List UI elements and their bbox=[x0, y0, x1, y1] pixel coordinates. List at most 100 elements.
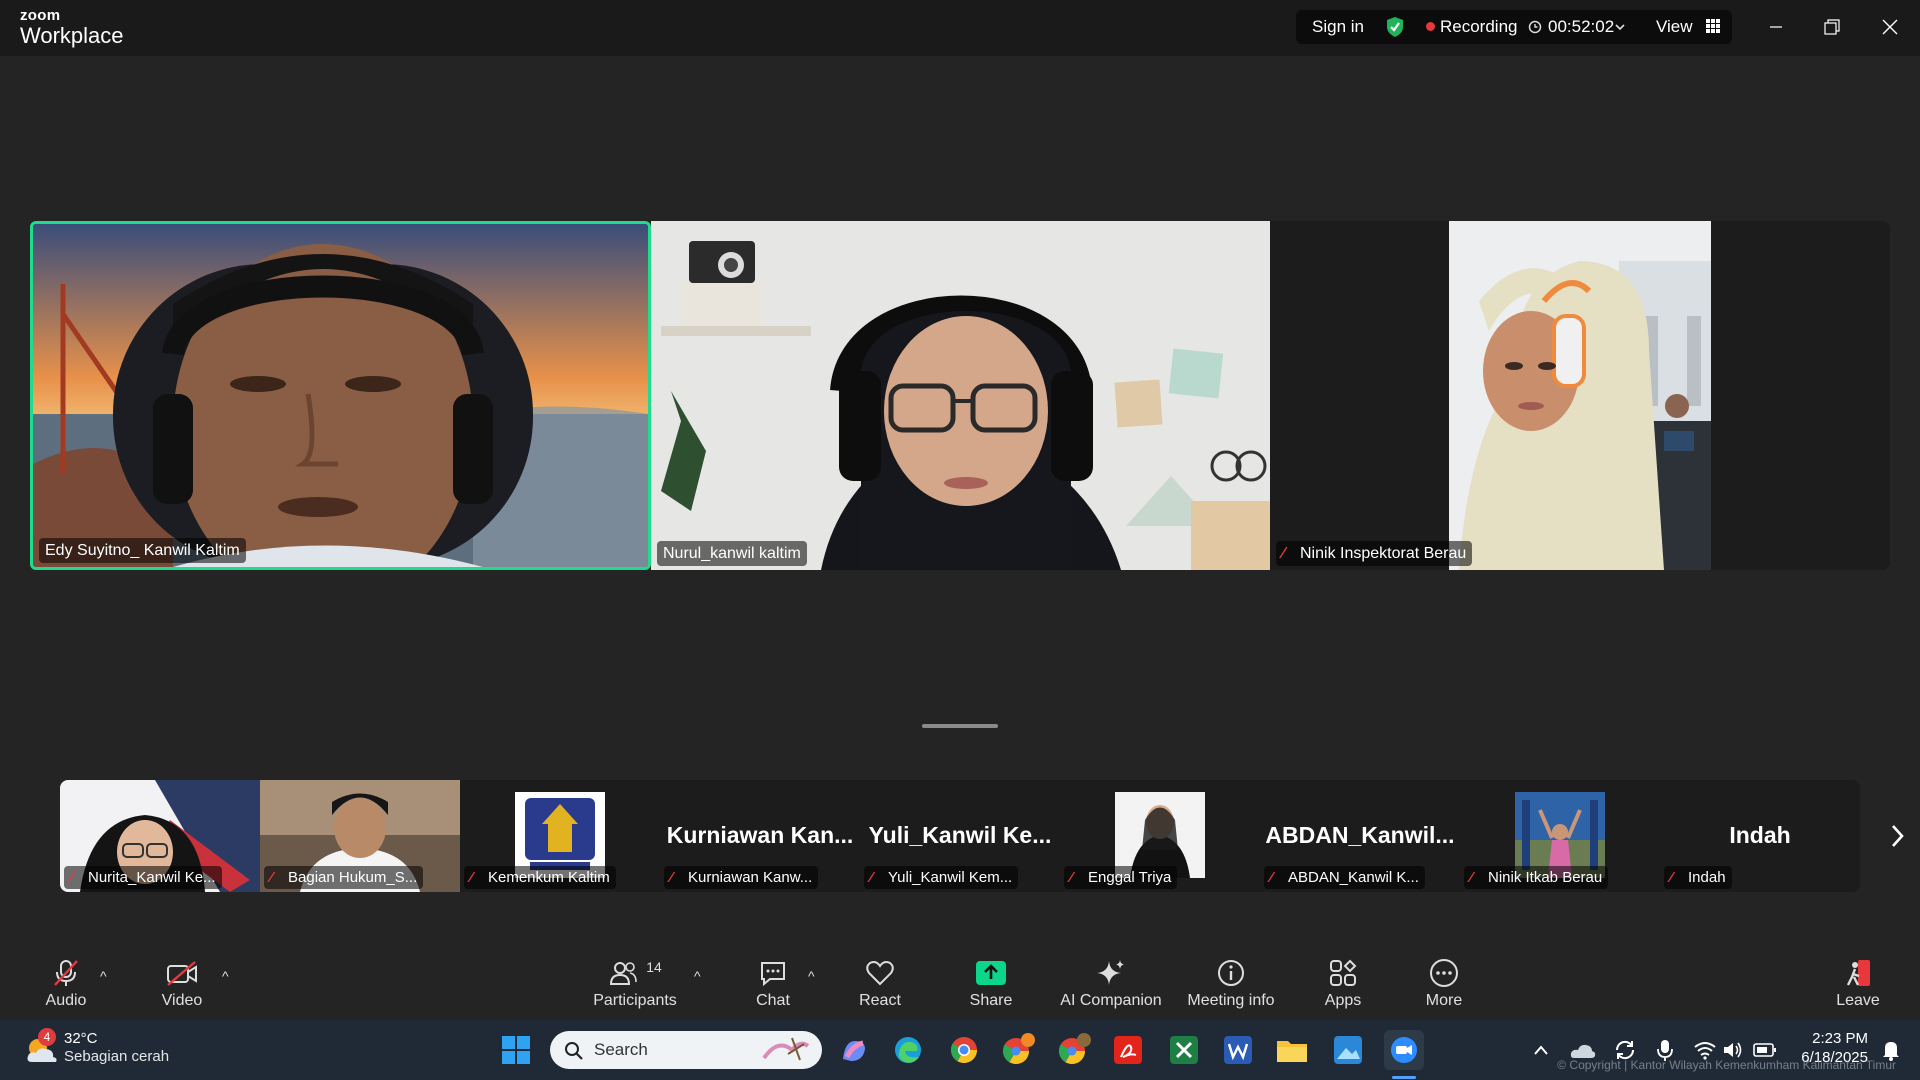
video-tile-speaker-2[interactable]: Nurul_kanwil kaltim bbox=[651, 221, 1270, 570]
windows-logo-icon bbox=[502, 1036, 530, 1064]
participant-name-tag: ⁄ Ninik Itkab Berau bbox=[1464, 866, 1609, 889]
participant-name-tag: Nurul_kanwil kaltim bbox=[657, 541, 807, 566]
weather-widget[interactable]: 32°C Sebagian cerah bbox=[64, 1030, 169, 1066]
chevron-right-icon bbox=[1892, 825, 1904, 847]
thumbnail-tile[interactable]: ABDAN_Kanwil... ⁄ ABDAN_Kanwil K... bbox=[1260, 780, 1460, 892]
gallery-resize-handle[interactable] bbox=[922, 724, 998, 728]
chrome-profile-2-taskbar-icon[interactable] bbox=[1054, 1030, 1094, 1070]
recording-indicator[interactable]: Recording bbox=[1426, 10, 1518, 44]
video-options-caret-icon[interactable]: ^ bbox=[222, 968, 229, 984]
excel-taskbar-icon[interactable] bbox=[1164, 1030, 1204, 1070]
photos-taskbar-icon[interactable] bbox=[1328, 1030, 1368, 1070]
heart-icon bbox=[866, 961, 894, 986]
participants-icon bbox=[610, 962, 638, 985]
participant-video bbox=[33, 224, 648, 567]
video-tile-speaker-1[interactable]: Edy Suyitno_ Kanwil Kaltim bbox=[30, 221, 651, 570]
participants-button[interactable]: 14 Participants bbox=[590, 950, 680, 1020]
ai-companion-button[interactable]: AI Companion bbox=[1060, 950, 1162, 1020]
audio-button[interactable]: Audio bbox=[40, 950, 92, 1020]
more-label: More bbox=[1425, 992, 1463, 1009]
edge-taskbar-icon[interactable] bbox=[888, 1030, 928, 1070]
meeting-info-button[interactable]: Meeting info bbox=[1184, 950, 1278, 1020]
thumbnail-tile[interactable]: ⁄ Nurita_Kanwil Ke... bbox=[60, 780, 260, 892]
taskbar-search-box[interactable]: Search bbox=[550, 1031, 822, 1069]
leave-button[interactable]: Leave bbox=[1834, 950, 1882, 1020]
audio-label: Audio bbox=[45, 992, 87, 1009]
participant-video bbox=[1449, 221, 1711, 570]
sign-in-button[interactable]: Sign in bbox=[1312, 10, 1364, 44]
react-button[interactable]: React bbox=[856, 950, 904, 1020]
participant-name: Yuli_Kanwil Kem... bbox=[888, 869, 1013, 886]
mic-muted-icon: ⁄ bbox=[1670, 869, 1673, 886]
more-dots-icon bbox=[1430, 959, 1458, 987]
meeting-info-label: Meeting info bbox=[1187, 992, 1275, 1009]
chat-button[interactable]: Chat bbox=[752, 950, 794, 1020]
thumbnail-tile[interactable]: Kurniawan Kan... ⁄ Kurniawan Kanw... bbox=[660, 780, 860, 892]
mic-muted-icon: ⁄ bbox=[1270, 869, 1273, 886]
participant-name: Indah bbox=[1688, 869, 1726, 886]
thumbnail-tile[interactable]: ⁄ Enggal Triya bbox=[1060, 780, 1260, 892]
participants-count: 14 bbox=[646, 959, 662, 975]
mic-muted-icon: ⁄ bbox=[1282, 545, 1285, 562]
thumbnail-tile[interactable]: ⁄ Ninik Itkab Berau bbox=[1460, 780, 1660, 892]
chrome-profile-taskbar-icon[interactable] bbox=[998, 1030, 1038, 1070]
mic-muted-icon: ⁄ bbox=[470, 869, 473, 886]
chrome-taskbar-icon[interactable] bbox=[944, 1030, 984, 1070]
participant-name-tag: ⁄ Kurniawan Kanw... bbox=[664, 866, 819, 889]
video-tile-speaker-3[interactable]: ⁄ Ninik Inspektorat Berau bbox=[1270, 221, 1890, 570]
zoom-window: zoom Workplace Sign in Recording 00:52:0… bbox=[0, 0, 1920, 1080]
minimize-button[interactable] bbox=[1754, 10, 1798, 44]
thumbnail-tile[interactable]: Yuli_Kanwil Ke... ⁄ Yuli_Kanwil Kem... bbox=[860, 780, 1060, 892]
clock-time: 2:23 PM bbox=[1812, 1030, 1868, 1047]
start-button[interactable] bbox=[496, 1030, 536, 1070]
search-placeholder: Search bbox=[594, 1040, 648, 1059]
participants-caret-icon[interactable]: ^ bbox=[694, 968, 701, 984]
mic-muted-icon: ⁄ bbox=[70, 869, 73, 886]
share-button[interactable]: Share bbox=[966, 950, 1016, 1020]
acrobat-taskbar-icon[interactable] bbox=[1108, 1030, 1148, 1070]
info-icon bbox=[1218, 960, 1244, 986]
timer-chevron-down-icon[interactable] bbox=[1614, 10, 1626, 44]
participant-name-tag: ⁄ Indah bbox=[1664, 866, 1732, 889]
audio-options-caret-icon[interactable]: ^ bbox=[100, 968, 107, 984]
participant-name-tag: Edy Suyitno_ Kanwil Kaltim bbox=[39, 538, 246, 563]
participant-name: Ninik Inspektorat Berau bbox=[1300, 545, 1467, 562]
leave-label: Leave bbox=[1836, 992, 1880, 1009]
meeting-status-bar: Sign in Recording 00:52:02 View bbox=[1296, 10, 1732, 44]
grid-view-icon bbox=[1706, 19, 1721, 33]
file-explorer-taskbar-icon[interactable] bbox=[1272, 1030, 1312, 1070]
meeting-toolbar: Audio ^ Video ^ 14 Participants ^ Chat ^… bbox=[0, 950, 1920, 1020]
participant-name-tag: ⁄ Yuli_Kanwil Kem... bbox=[864, 866, 1019, 889]
thumbnail-tile[interactable]: Indah ⁄ Indah bbox=[1660, 780, 1860, 892]
thumbnail-tile[interactable]: ⁄ Kemenkum Kaltim bbox=[460, 780, 660, 892]
word-taskbar-icon[interactable] bbox=[1218, 1030, 1258, 1070]
recording-dot-icon bbox=[1426, 22, 1435, 31]
participant-thumbnail-strip: ⁄ Nurita_Kanwil Ke... ⁄ Bagian Hukum_S... … bbox=[60, 780, 1860, 892]
more-button[interactable]: More bbox=[1420, 950, 1468, 1020]
mic-muted-icon: ⁄ bbox=[870, 869, 873, 886]
thumbnail-tile[interactable]: ⁄ Bagian Hukum_S... bbox=[260, 780, 460, 892]
mic-muted-icon: ⁄ bbox=[1470, 869, 1473, 886]
close-button[interactable] bbox=[1868, 10, 1912, 44]
chat-caret-icon[interactable]: ^ bbox=[808, 968, 815, 984]
participant-display-name: Yuli_Kanwil Ke... bbox=[868, 822, 1052, 848]
zoom-logo: zoom Workplace bbox=[20, 8, 124, 47]
video-label: Video bbox=[161, 992, 203, 1009]
view-button[interactable]: View bbox=[1656, 10, 1721, 44]
next-page-button[interactable] bbox=[1882, 818, 1912, 854]
participant-display-name: Kurniawan Kan... bbox=[666, 822, 854, 848]
ai-companion-label: AI Companion bbox=[1060, 992, 1162, 1009]
zoom-taskbar-icon[interactable] bbox=[1384, 1030, 1424, 1070]
participant-name-tag: ⁄ Enggal Triya bbox=[1064, 866, 1178, 889]
participants-label: Participants bbox=[593, 992, 677, 1009]
restore-button[interactable] bbox=[1810, 10, 1854, 44]
show-hidden-icons-chevron-up-icon[interactable] bbox=[1526, 1030, 1556, 1070]
participant-name: ABDAN_Kanwil K... bbox=[1288, 869, 1419, 886]
video-button[interactable]: Video bbox=[156, 950, 208, 1020]
encryption-shield-icon[interactable] bbox=[1384, 10, 1406, 44]
copilot-taskbar-icon[interactable] bbox=[834, 1030, 874, 1070]
weather-icon[interactable]: 4 bbox=[22, 1028, 62, 1070]
participant-name: Bagian Hukum_S... bbox=[288, 869, 418, 886]
share-screen-icon bbox=[976, 961, 1006, 985]
apps-button[interactable]: Apps bbox=[1322, 950, 1364, 1020]
